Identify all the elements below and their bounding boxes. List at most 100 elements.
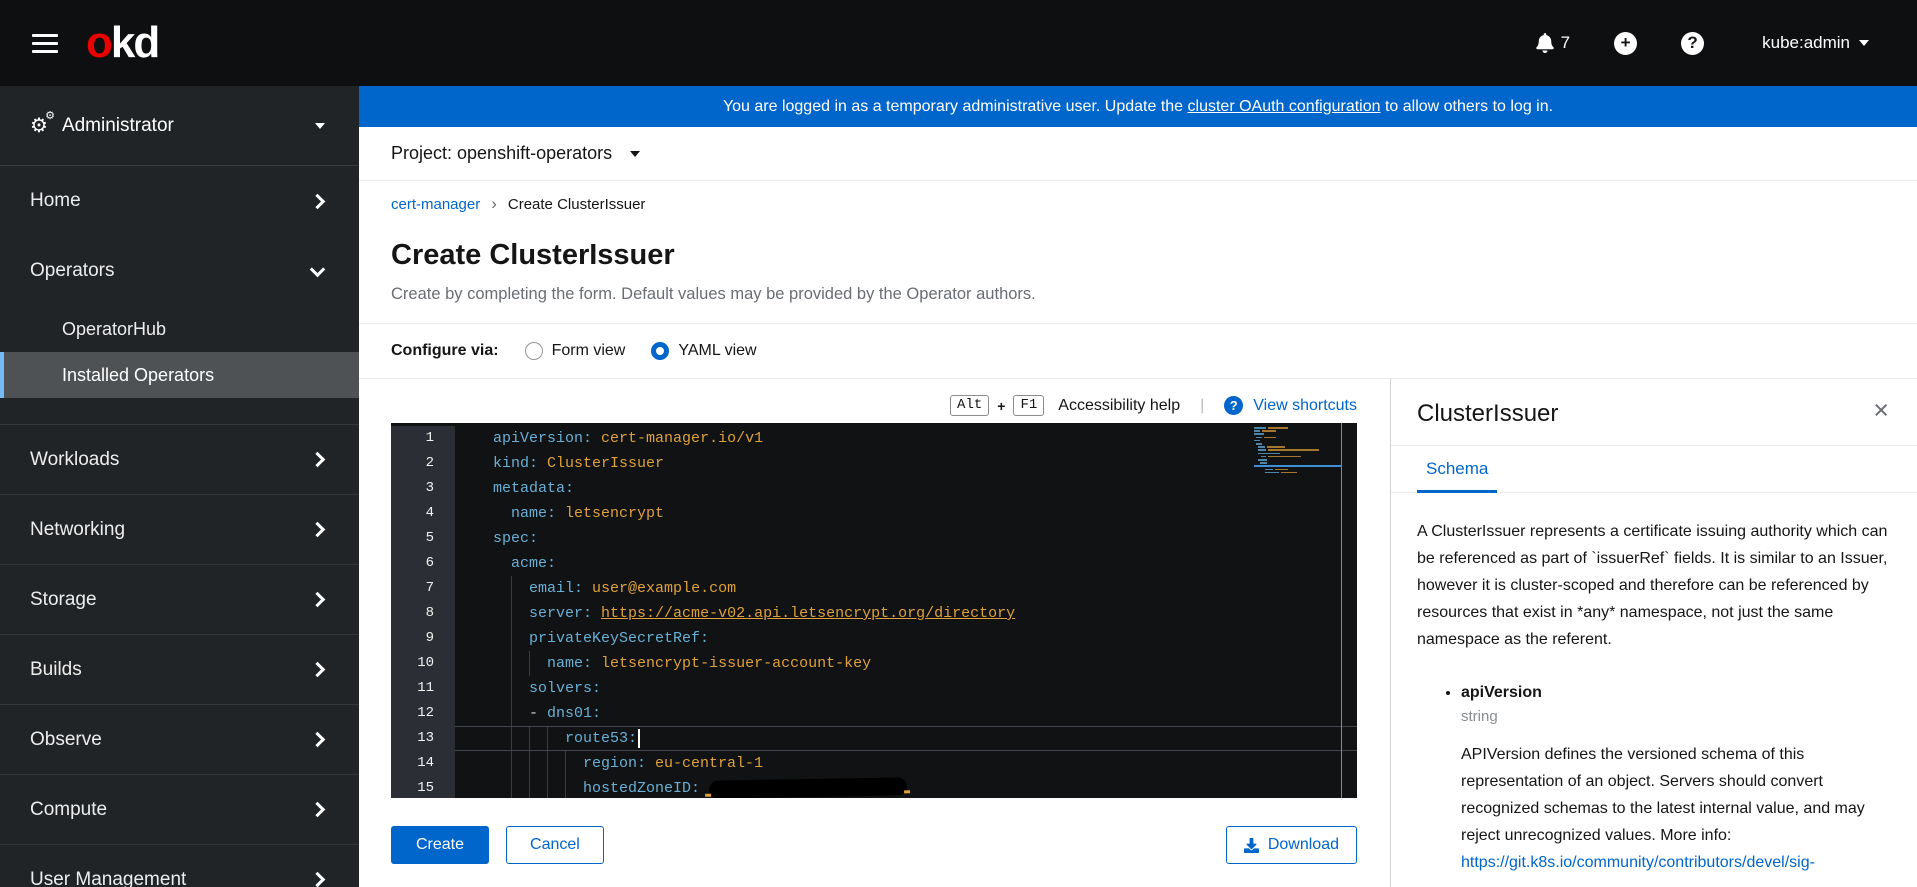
line-number: 9 — [391, 626, 455, 651]
code-line[interactable]: 9 privateKeySecretRef: — [391, 626, 1357, 651]
code-line[interactable]: 5spec: — [391, 526, 1357, 551]
create-button[interactable]: Create — [391, 826, 489, 864]
download-icon — [1244, 838, 1259, 853]
code-line[interactable]: 4 name: letsencrypt — [391, 501, 1357, 526]
tab-schema[interactable]: Schema — [1417, 446, 1497, 493]
notification-count: 7 — [1561, 33, 1570, 53]
sidebar-subitem-installed-operators[interactable]: Installed Operators — [0, 352, 359, 398]
breadcrumb: cert-manager › Create ClusterIssuer — [391, 194, 1917, 214]
close-icon[interactable]: × — [1873, 400, 1889, 420]
line-number: 15 — [391, 776, 455, 798]
kbd-f1: F1 — [1013, 395, 1044, 416]
caret-down-icon — [315, 123, 325, 129]
overview-ruler — [1341, 423, 1342, 798]
editor-toolbar: Alt + F1 Accessibility help | ? View sho… — [359, 395, 1390, 416]
code-line[interactable]: 14 region: eu-central-1 — [391, 751, 1357, 776]
line-number: 11 — [391, 676, 455, 701]
okd-console: okd 7 + ? kube:admin ⚙⚙ Administrator Ho… — [0, 0, 1917, 887]
kbd-alt: Alt — [950, 395, 989, 416]
line-number: 3 — [391, 476, 455, 501]
code-line[interactable]: 2kind: ClusterIssuer — [391, 451, 1357, 476]
download-button[interactable]: Download — [1226, 826, 1357, 864]
sidebar-item-builds[interactable]: Builds — [0, 634, 359, 704]
help-icon[interactable]: ? — [1681, 32, 1704, 55]
code-line[interactable]: 15 hostedZoneID: — [391, 776, 1357, 798]
configure-via-row: Configure via: Form view YAML view — [359, 324, 1917, 378]
chevron-right-icon — [310, 662, 326, 678]
perspective-label: Administrator — [62, 115, 174, 137]
text-cursor — [638, 729, 640, 748]
notifications-button[interactable]: 7 — [1536, 33, 1570, 53]
accessibility-help: Accessibility help — [1058, 397, 1180, 415]
editor-minimap[interactable] — [1254, 427, 1342, 487]
breadcrumb-cert-manager[interactable]: cert-manager — [391, 196, 480, 213]
username: kube:admin — [1762, 33, 1850, 53]
schema-body: A ClusterIssuer represents a certificate… — [1391, 493, 1917, 876]
line-number: 7 — [391, 576, 455, 601]
breadcrumb-separator: › — [491, 194, 497, 214]
code-lines[interactable]: 1apiVersion: cert-manager.io/v12kind: Cl… — [391, 423, 1357, 798]
editor-pane: Alt + F1 Accessibility help | ? View sho… — [359, 379, 1390, 887]
line-number: 13 — [391, 726, 455, 751]
line-number: 8 — [391, 601, 455, 626]
sidebar-item-storage[interactable]: Storage — [0, 564, 359, 634]
chevron-right-icon — [310, 592, 326, 608]
schema-field-apiversion: apiVersion string APIVersion defines the… — [1461, 679, 1891, 876]
breadcrumb-current: Create ClusterIssuer — [508, 196, 646, 213]
code-line[interactable]: 8 server: https://acme-v02.api.letsencry… — [391, 601, 1357, 626]
sidebar-subitem-operatorhub[interactable]: OperatorHub — [0, 306, 359, 352]
temp-admin-banner: You are logged in as a temporary adminis… — [359, 86, 1917, 127]
menu-toggle-icon[interactable] — [32, 29, 58, 58]
code-line[interactable]: 6 acme: — [391, 551, 1357, 576]
line-number: 6 — [391, 551, 455, 576]
sidebar-item-observe[interactable]: Observe — [0, 704, 359, 774]
user-menu[interactable]: kube:admin — [1762, 33, 1869, 53]
main-content: You are logged in as a temporary adminis… — [359, 86, 1917, 887]
sidebar-item-user-management[interactable]: User Management — [0, 844, 359, 887]
line-number: 10 — [391, 651, 455, 676]
code-line[interactable]: 13 route53: — [391, 726, 1357, 751]
caret-down-icon — [1859, 40, 1869, 46]
radio-checked-icon[interactable] — [651, 342, 669, 360]
page-title: Create ClusterIssuer — [391, 239, 1917, 272]
code-line[interactable]: 1apiVersion: cert-manager.io/v1 — [391, 426, 1357, 451]
cancel-button[interactable]: Cancel — [506, 826, 604, 864]
code-line[interactable]: 12 - dns01: — [391, 701, 1357, 726]
sidebar-item-home[interactable]: Home — [0, 166, 359, 236]
project-selector[interactable]: Project: openshift-operators — [359, 127, 1917, 181]
view-shortcuts-link[interactable]: View shortcuts — [1253, 397, 1357, 415]
form-actions: Create Cancel Download — [391, 826, 1357, 864]
okd-logo: okd — [86, 18, 158, 68]
code-line[interactable]: 3metadata: — [391, 476, 1357, 501]
line-number: 1 — [391, 426, 455, 451]
sidebar: ⚙⚙ Administrator HomeOperatorsOperatorHu… — [0, 86, 359, 887]
more-info-link[interactable]: https://git.k8s.io/community/contributor… — [1461, 854, 1815, 871]
form-view-option[interactable]: Form view — [525, 342, 626, 360]
sidebar-item-networking[interactable]: Networking — [0, 494, 359, 564]
yaml-view-option[interactable]: YAML view — [651, 342, 756, 360]
sidebar-item-compute[interactable]: Compute — [0, 774, 359, 844]
perspective-switcher[interactable]: ⚙⚙ Administrator — [0, 86, 359, 166]
panel-title: ClusterIssuer — [1417, 400, 1558, 428]
chevron-right-icon — [310, 193, 326, 209]
line-number: 2 — [391, 451, 455, 476]
cluster-oauth-link[interactable]: cluster OAuth configuration — [1188, 98, 1381, 115]
code-line[interactable]: 11 solvers: — [391, 676, 1357, 701]
line-number: 14 — [391, 751, 455, 776]
code-line[interactable]: 10 name: letsencrypt-issuer-account-key — [391, 651, 1357, 676]
sidebar-item-operators[interactable]: Operators — [0, 236, 359, 306]
bell-icon — [1536, 33, 1554, 53]
yaml-editor[interactable]: 1apiVersion: cert-manager.io/v12kind: Cl… — [391, 423, 1357, 798]
schema-description: A ClusterIssuer represents a certificate… — [1417, 518, 1891, 653]
redacted-value — [709, 777, 907, 798]
caret-down-icon — [630, 151, 640, 157]
radio-unchecked-icon[interactable] — [525, 342, 543, 360]
chevron-right-icon — [310, 802, 326, 818]
sidebar-item-workloads[interactable]: Workloads — [0, 424, 359, 494]
add-plus-icon[interactable]: + — [1614, 32, 1637, 55]
chevron-right-icon — [310, 872, 326, 887]
line-number: 4 — [391, 501, 455, 526]
line-number: 5 — [391, 526, 455, 551]
masthead: okd 7 + ? kube:admin — [0, 0, 1917, 86]
code-line[interactable]: 7 email: user@example.com — [391, 576, 1357, 601]
